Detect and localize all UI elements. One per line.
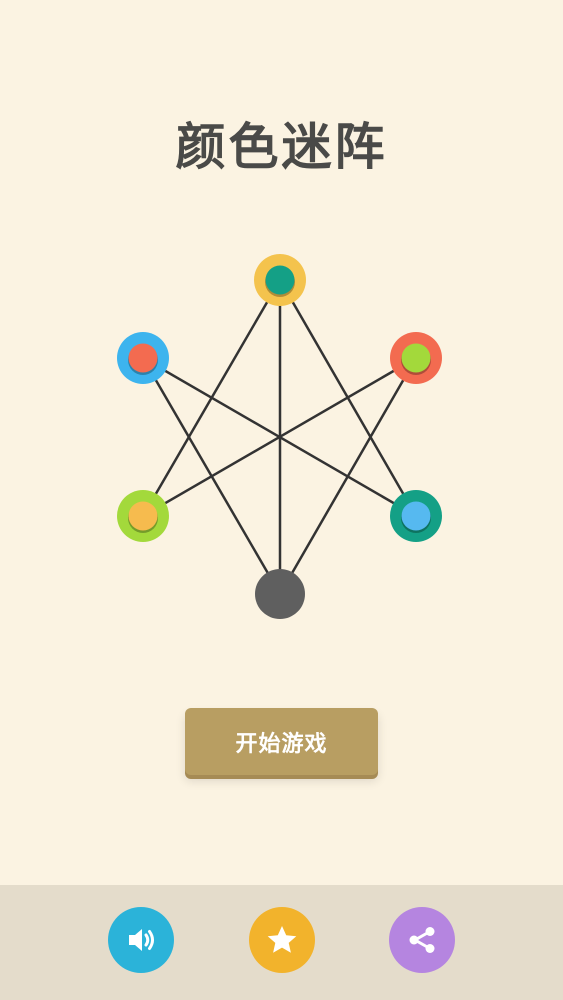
star-icon	[267, 926, 297, 953]
node-upper-left[interactable]	[117, 332, 169, 384]
sound-button[interactable]	[108, 907, 174, 973]
color-puzzle-graph	[117, 254, 442, 619]
node-dot	[401, 501, 431, 531]
node-lower-left[interactable]	[117, 490, 169, 542]
share-button[interactable]	[389, 907, 455, 973]
node-dot	[265, 265, 295, 295]
edge-upper-right-bottom	[278, 357, 418, 595]
node-dot	[128, 343, 158, 373]
node-upper-right[interactable]	[390, 332, 442, 384]
rate-button[interactable]	[249, 907, 315, 973]
node-ring	[255, 569, 305, 619]
game-menu-screen: 颜色迷阵 开始游戏	[0, 0, 563, 1000]
bottom-toolbar	[0, 885, 563, 1000]
node-dot	[128, 501, 158, 531]
node-lower-right[interactable]	[390, 490, 442, 542]
node-bottom[interactable]	[255, 569, 305, 619]
speaker-icon	[129, 929, 154, 951]
start-game-button[interactable]: 开始游戏	[185, 708, 378, 775]
node-top[interactable]	[254, 254, 306, 306]
puzzle-edges	[141, 279, 418, 595]
share-icon	[409, 927, 435, 953]
node-dot	[401, 343, 431, 373]
